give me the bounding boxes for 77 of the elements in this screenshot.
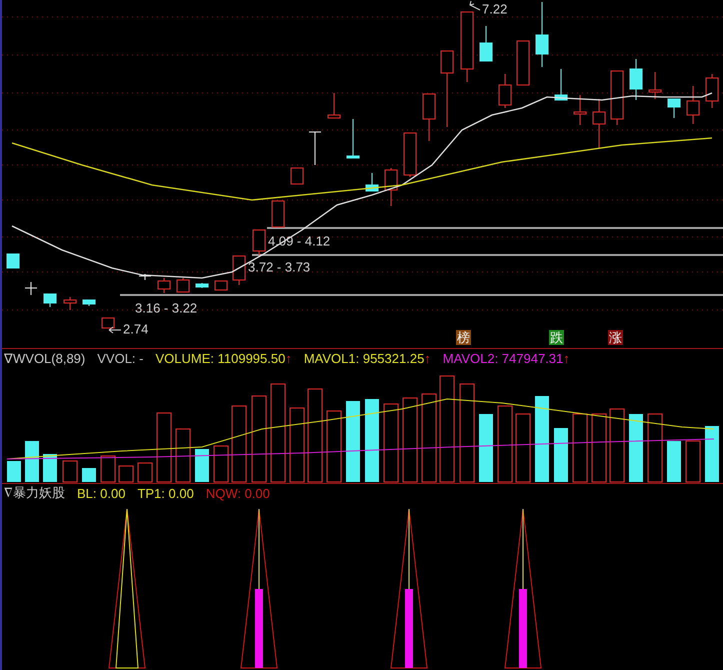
volume-bar xyxy=(7,460,21,482)
volume-bar xyxy=(479,414,493,482)
candlestick xyxy=(6,254,20,268)
candlestick xyxy=(290,168,304,184)
candlestick xyxy=(272,200,284,228)
volume-bar xyxy=(648,413,662,482)
volume-bar xyxy=(43,454,57,482)
price-label: 3.72 - 3.73 xyxy=(248,259,310,274)
candlestick xyxy=(176,278,190,292)
candlestick xyxy=(196,282,208,288)
candlestick xyxy=(592,98,606,148)
candlestick xyxy=(232,256,246,286)
candlestick xyxy=(158,278,170,294)
volume-bar xyxy=(686,440,700,482)
candlestick xyxy=(460,12,474,82)
candlestick xyxy=(404,132,416,178)
candlestick xyxy=(102,318,114,328)
candlestick xyxy=(480,26,492,62)
volume-bar xyxy=(176,428,190,482)
candlestick xyxy=(44,294,56,308)
candlestick xyxy=(252,230,266,256)
volume-bar xyxy=(516,413,530,482)
volume-bar xyxy=(214,445,228,482)
signal-badge: 榜 xyxy=(456,330,471,345)
signal-badge: 涨 xyxy=(608,330,623,345)
volume-bar xyxy=(138,462,152,482)
candlestick xyxy=(64,296,76,310)
candlestick xyxy=(308,132,322,166)
candlestick xyxy=(214,280,228,290)
candlestick xyxy=(686,86,700,124)
volume-bar xyxy=(572,413,588,482)
candlestick xyxy=(138,274,152,280)
candlestick xyxy=(668,98,680,118)
indicator-readout: NQW: 0.00 xyxy=(206,486,270,501)
volume-bar xyxy=(195,448,209,482)
indicator-title: ∇WVOL(8,89) xyxy=(4,351,86,366)
candlestick xyxy=(574,94,586,126)
candlestick xyxy=(498,74,512,108)
indicator-readout: VOLUME: 1109995.50↑ xyxy=(156,351,292,366)
candlestick xyxy=(554,68,568,100)
candlestick xyxy=(366,172,378,192)
volume-bar xyxy=(100,455,116,482)
volume-bar xyxy=(705,426,719,482)
candlestick xyxy=(648,72,662,100)
volume-bar xyxy=(326,410,342,482)
indicator-readout: VVOL: - xyxy=(97,351,144,366)
signal-badge: 跌 xyxy=(549,330,564,345)
candlestick xyxy=(328,92,340,118)
volume-bar xyxy=(667,440,681,482)
volume-bar xyxy=(118,465,134,482)
candlestick xyxy=(706,74,718,108)
price-label: 3.16 - 3.22 xyxy=(135,300,198,316)
price-label: 7.22 xyxy=(482,1,508,16)
candlestick xyxy=(384,168,398,206)
candlestick xyxy=(516,40,530,86)
candlestick xyxy=(24,282,38,296)
indicator-readout: MAVOL1: 955321.25↑ xyxy=(304,351,431,366)
candlestick xyxy=(82,300,96,306)
indicator-readout: BL: 0.00 xyxy=(77,486,126,501)
candlestick xyxy=(630,58,642,100)
volume-bar xyxy=(629,414,643,482)
candlestick xyxy=(610,70,624,126)
arrow-icon xyxy=(108,326,122,334)
price-label: 2.74 xyxy=(123,321,148,336)
volume-bar xyxy=(25,440,39,482)
volume-bar xyxy=(82,468,96,482)
volume-bar xyxy=(156,412,172,482)
indicator-title: ∇暴力妖股 xyxy=(4,484,65,502)
volume-bar xyxy=(554,428,568,482)
volume-bar xyxy=(62,460,78,482)
indicator-readout: TP1: 0.00 xyxy=(137,486,194,501)
candlestick xyxy=(536,2,548,68)
candlestick xyxy=(422,94,436,142)
indicator-readout: MAVOL2: 747947.31↑ xyxy=(442,351,570,366)
candlestick xyxy=(346,118,360,158)
arrow-icon xyxy=(469,0,480,10)
volume-bar xyxy=(592,413,606,482)
